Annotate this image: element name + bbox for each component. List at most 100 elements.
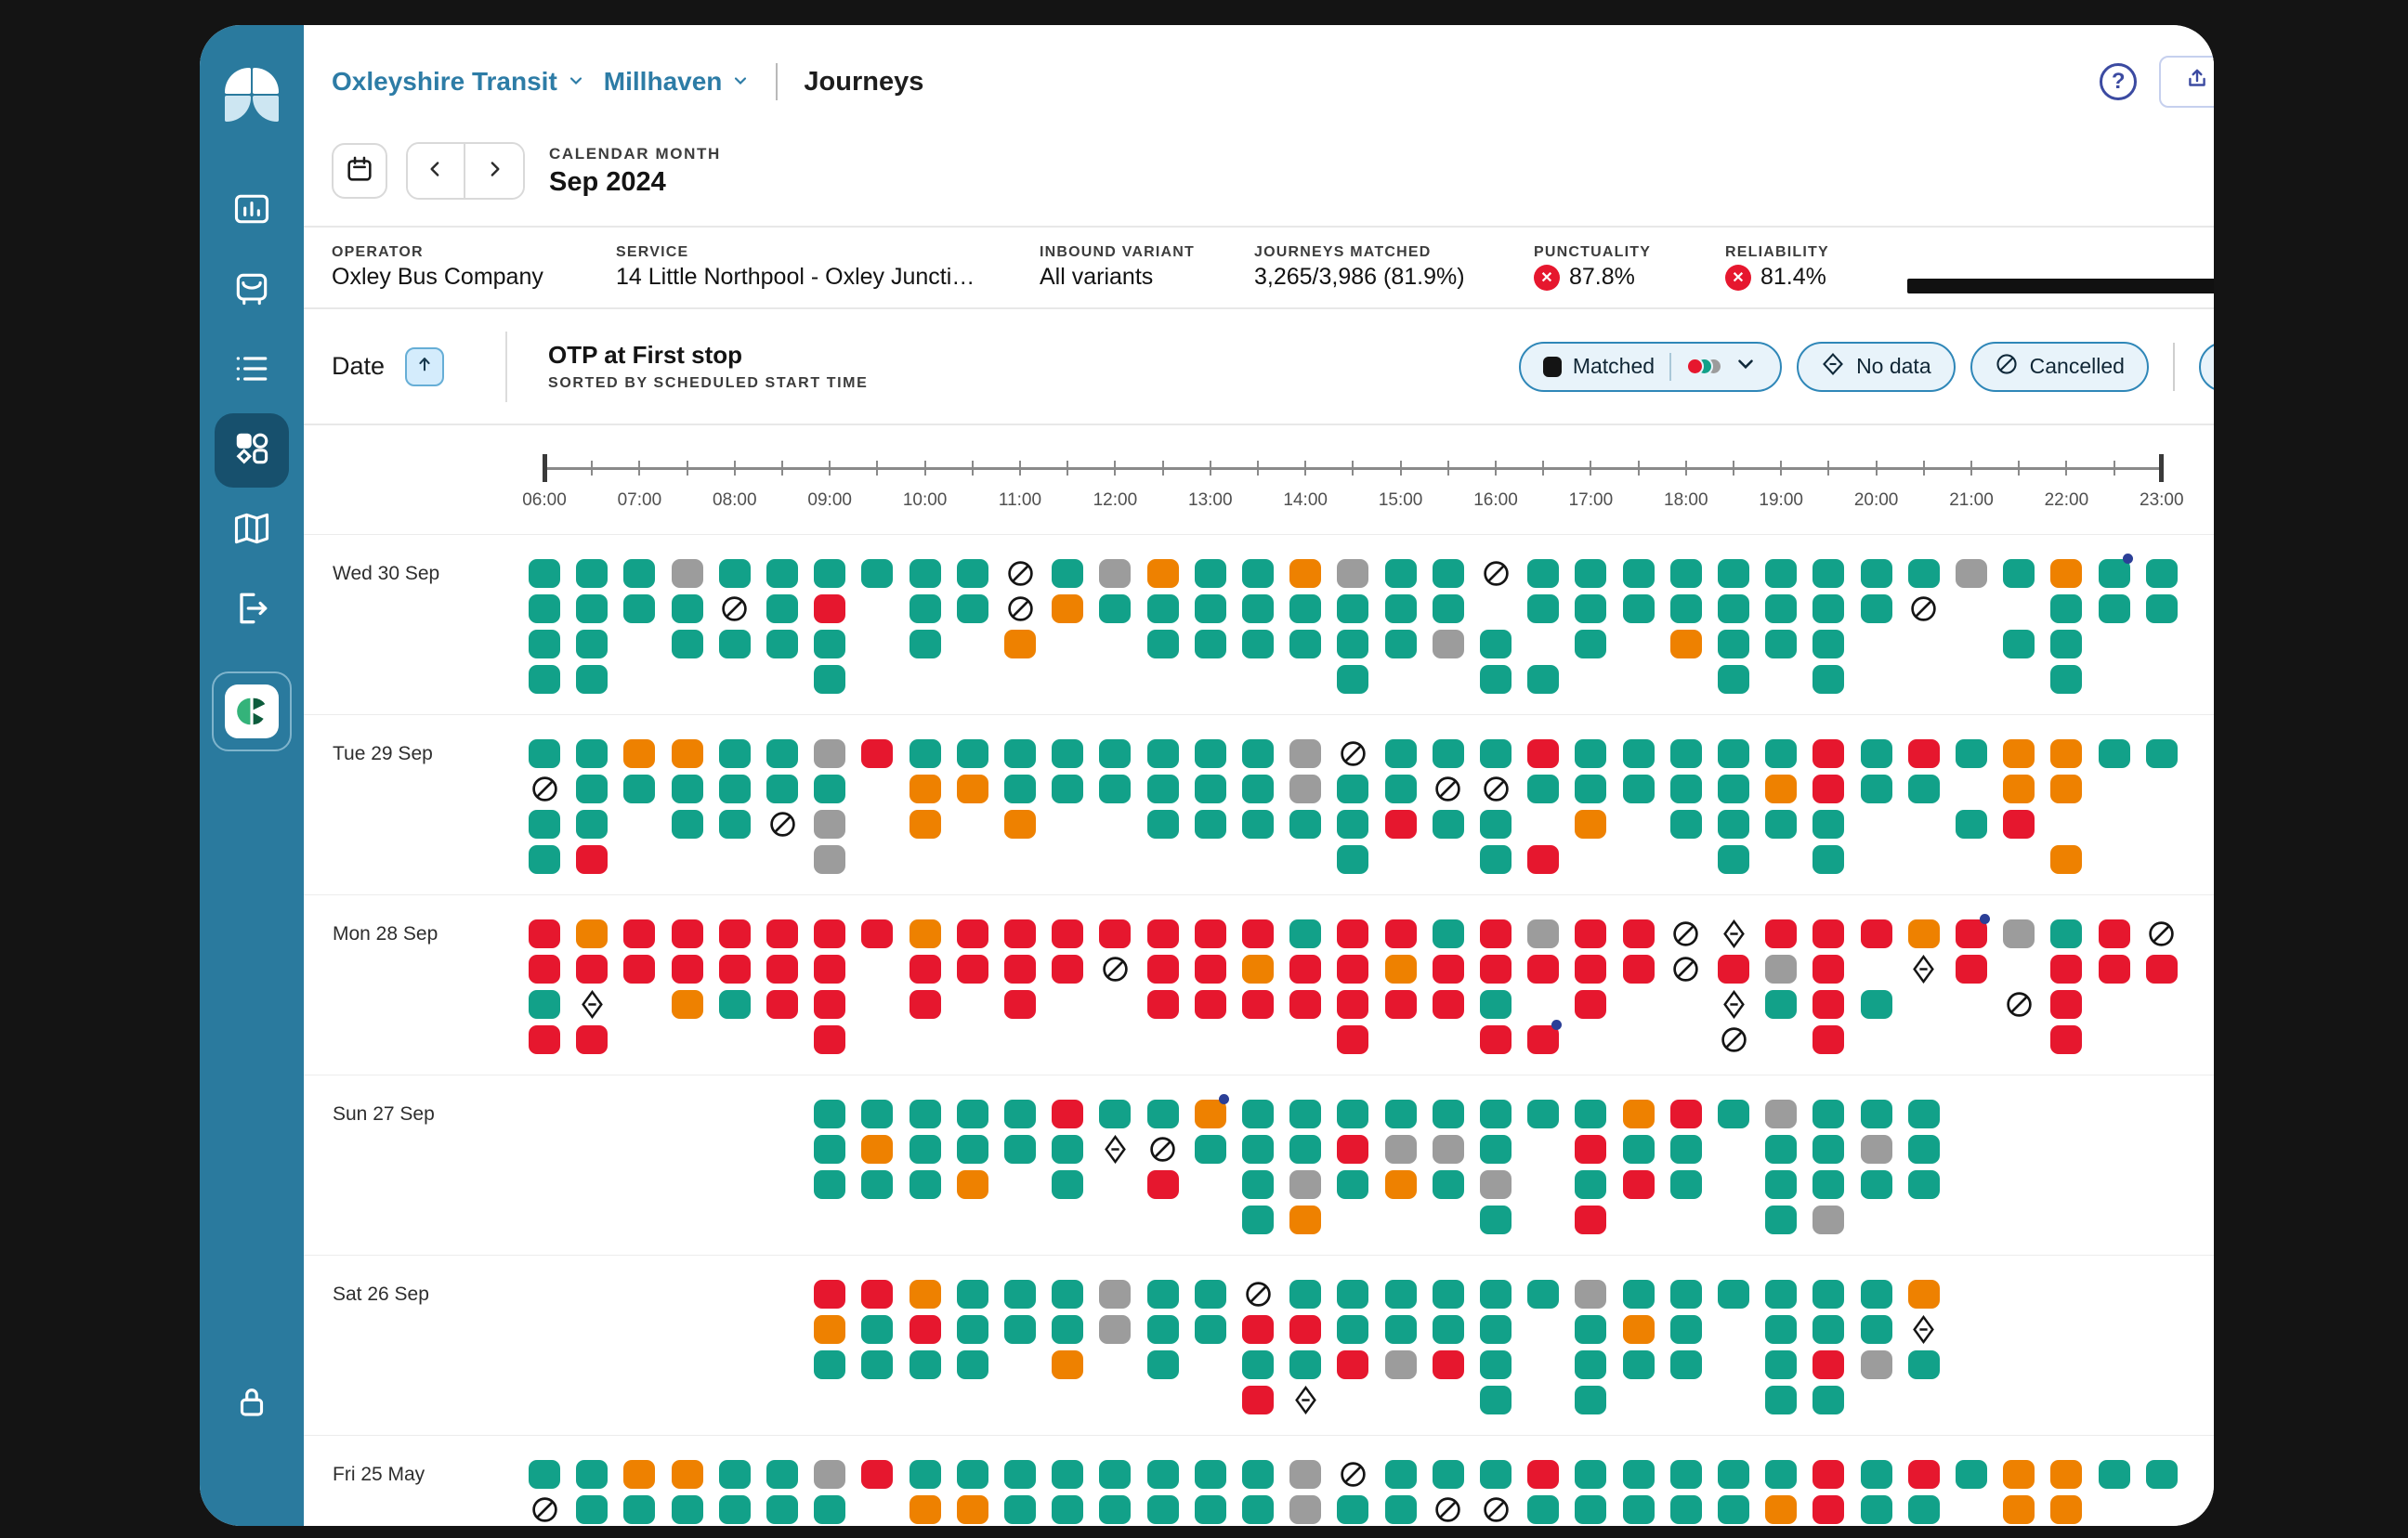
journey-cell[interactable] xyxy=(766,739,798,768)
journey-cell[interactable] xyxy=(1480,1315,1512,1344)
journey-cell[interactable] xyxy=(1337,1280,1368,1309)
journey-cell[interactable] xyxy=(861,1315,893,1344)
journey-cell[interactable] xyxy=(1480,1135,1512,1164)
journey-cell[interactable] xyxy=(1289,1206,1321,1234)
journey-cell[interactable] xyxy=(1147,1315,1179,1344)
journey-cell[interactable] xyxy=(1623,559,1655,588)
journey-cell[interactable] xyxy=(2050,665,2082,694)
journey-no-data-icon[interactable] xyxy=(578,990,607,1019)
journey-cell[interactable] xyxy=(766,1495,798,1524)
journey-cell[interactable] xyxy=(576,810,608,839)
journey-cell[interactable] xyxy=(1147,1495,1179,1524)
journey-no-data-icon[interactable] xyxy=(1909,955,1938,984)
journey-cell[interactable] xyxy=(1242,810,1274,839)
journey-cell[interactable] xyxy=(1385,630,1417,658)
journey-cell[interactable] xyxy=(1052,559,1083,588)
journey-cell[interactable] xyxy=(1765,1170,1797,1199)
journey-cell[interactable] xyxy=(1527,845,1559,874)
journey-cell[interactable] xyxy=(1718,665,1749,694)
journey-cell[interactable] xyxy=(1289,1495,1321,1524)
journey-cancelled-icon[interactable] xyxy=(530,775,559,803)
journey-cell[interactable] xyxy=(1242,594,1274,623)
journey-cell[interactable] xyxy=(1337,1135,1368,1164)
journey-cell[interactable] xyxy=(576,1460,608,1489)
journey-cell[interactable] xyxy=(2146,559,2178,588)
journey-cell[interactable] xyxy=(1004,1495,1036,1524)
journey-cell[interactable] xyxy=(1765,1100,1797,1128)
journey-cell[interactable] xyxy=(1289,919,1321,948)
journey-cell[interactable] xyxy=(1765,1495,1797,1524)
journey-cell[interactable] xyxy=(1195,559,1226,588)
journey-cell[interactable] xyxy=(1480,810,1512,839)
journey-cell[interactable] xyxy=(861,739,893,768)
journey-cell[interactable] xyxy=(1433,990,1464,1019)
journey-cell[interactable] xyxy=(719,990,751,1019)
journey-cell[interactable] xyxy=(1575,1495,1606,1524)
journey-cell[interactable] xyxy=(2050,775,2082,803)
journey-cell[interactable] xyxy=(1718,594,1749,623)
journey-cell[interactable] xyxy=(814,739,845,768)
journey-cell[interactable] xyxy=(1433,1315,1464,1344)
journey-cell[interactable] xyxy=(1242,1386,1274,1414)
journey-cell[interactable] xyxy=(957,1170,988,1199)
journey-cell[interactable] xyxy=(957,955,988,984)
journey-cell[interactable] xyxy=(1242,1206,1274,1234)
journey-cell[interactable] xyxy=(672,559,703,588)
journey-cell[interactable] xyxy=(1908,1280,1940,1309)
journey-cell[interactable] xyxy=(1052,1350,1083,1379)
journey-cell[interactable] xyxy=(957,594,988,623)
next-month-button[interactable] xyxy=(465,144,523,198)
journey-cell[interactable] xyxy=(1480,1170,1512,1199)
journey-cell[interactable] xyxy=(1861,990,1892,1019)
journey-cell[interactable] xyxy=(910,1170,941,1199)
journey-cell[interactable] xyxy=(1527,1100,1559,1128)
journey-cell[interactable] xyxy=(1956,559,1987,588)
journey-cell[interactable] xyxy=(1813,775,1844,803)
journey-cell[interactable] xyxy=(1052,594,1083,623)
journey-cell[interactable] xyxy=(1052,1170,1083,1199)
calendar-picker-button[interactable] xyxy=(332,143,387,199)
journey-cell[interactable] xyxy=(1813,1386,1844,1414)
journey-cell[interactable] xyxy=(2050,559,2082,588)
journey-cell[interactable] xyxy=(1718,845,1749,874)
journey-cell[interactable] xyxy=(910,1315,941,1344)
journey-cell[interactable] xyxy=(766,955,798,984)
journey-cell[interactable] xyxy=(1861,739,1892,768)
journey-cell[interactable] xyxy=(1480,1280,1512,1309)
journey-cell[interactable] xyxy=(1718,775,1749,803)
journey-cell[interactable] xyxy=(1147,1100,1179,1128)
journey-cell[interactable] xyxy=(672,1495,703,1524)
journey-cell[interactable] xyxy=(1861,559,1892,588)
journey-cell[interactable] xyxy=(814,559,845,588)
journey-cell[interactable] xyxy=(2146,1460,2178,1489)
journey-cell[interactable] xyxy=(861,1135,893,1164)
journey-cell[interactable] xyxy=(1813,1495,1844,1524)
journey-cell[interactable] xyxy=(1861,594,1892,623)
journey-cell[interactable] xyxy=(576,630,608,658)
journey-cell[interactable] xyxy=(1575,990,1606,1019)
journey-cell[interactable] xyxy=(1147,739,1179,768)
sidebar-item-map[interactable] xyxy=(215,493,289,567)
journey-cell[interactable] xyxy=(1670,739,1702,768)
journey-cell[interactable] xyxy=(861,919,893,948)
journey-cell[interactable] xyxy=(1385,594,1417,623)
journey-cell[interactable] xyxy=(576,955,608,984)
journey-cell[interactable] xyxy=(529,630,560,658)
journey-cell[interactable] xyxy=(1908,775,1940,803)
journey-cell[interactable] xyxy=(1718,630,1749,658)
journey-cell[interactable] xyxy=(1623,739,1655,768)
journey-cancelled-icon[interactable] xyxy=(1101,955,1130,984)
journey-cell[interactable] xyxy=(1623,1135,1655,1164)
breadcrumb-operator-dropdown[interactable]: Oxleyshire Transit xyxy=(332,67,585,97)
journey-cell[interactable] xyxy=(1527,919,1559,948)
journey-cell[interactable] xyxy=(1813,1315,1844,1344)
journey-cell[interactable] xyxy=(672,919,703,948)
journey-cell[interactable] xyxy=(623,739,655,768)
journey-cell[interactable] xyxy=(1147,919,1179,948)
journey-cell[interactable] xyxy=(1289,1135,1321,1164)
journey-cell[interactable] xyxy=(1052,1460,1083,1489)
journey-cell[interactable] xyxy=(1337,665,1368,694)
journey-cell[interactable] xyxy=(2003,775,2035,803)
journey-cell[interactable] xyxy=(719,810,751,839)
journey-cell[interactable] xyxy=(1480,1206,1512,1234)
